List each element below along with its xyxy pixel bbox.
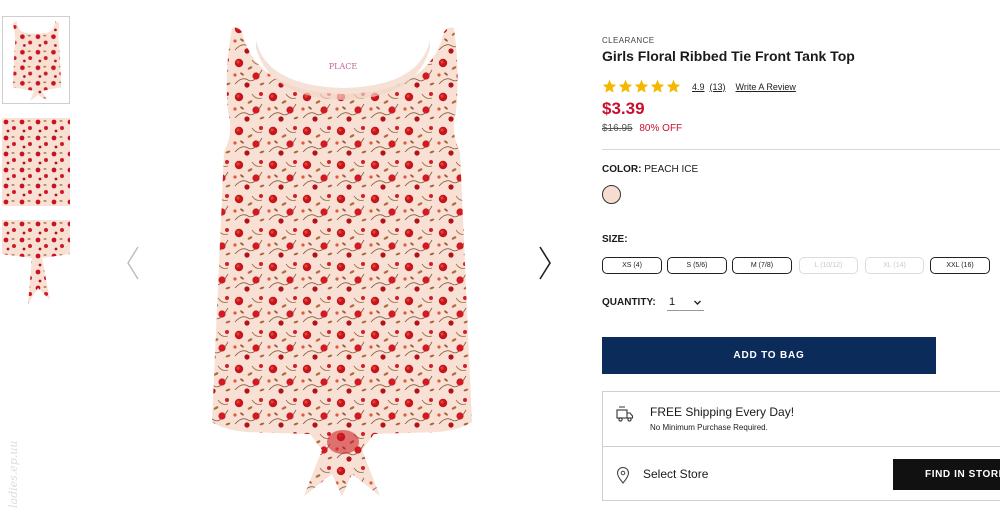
original-price: $16.95 — [602, 123, 633, 134]
chevron-down-icon — [694, 300, 701, 305]
size-option: L (10/12) — [799, 257, 858, 274]
find-in-store-button[interactable]: FIND IN STORE — [893, 459, 1000, 490]
product-header: CLEARANCE Girls Floral Ribbed Tie Front … — [602, 36, 1000, 64]
price-compare: $16.95 80% OFF — [602, 123, 682, 134]
chevron-right-icon[interactable] — [534, 243, 556, 283]
thumbnail-front[interactable] — [2, 16, 70, 104]
star-icon — [634, 79, 649, 93]
color-label-row: COLOR: PEACH ICE — [602, 164, 698, 175]
thumbnail-tie-detail[interactable] — [2, 220, 70, 308]
thumbnail-rail — [2, 16, 70, 322]
size-options: XS (4) S (5/6) M (7/8) L (10/12) XL (14) XXL … — [602, 257, 1000, 275]
write-review-link[interactable]: Write A Review — [736, 82, 796, 92]
watermark-graphic: ladies.ep.uu — [7, 440, 20, 508]
rating-row: 4.9 (13) Write A Review — [602, 79, 796, 94]
main-product-image: PLACE — [212, 27, 472, 496]
divider — [602, 149, 1000, 150]
size-option[interactable]: S (5/6) — [667, 257, 727, 274]
location-pin-icon — [616, 467, 630, 484]
color-value: PEACH ICE — [644, 164, 699, 175]
sale-price: $3.39 — [602, 99, 645, 118]
divider — [603, 446, 1000, 447]
thumbnail-fabric-image — [2, 118, 70, 206]
size-label: SIZE: — [602, 234, 628, 245]
star-icon — [602, 79, 617, 93]
svg-text:ladies.ep.uu: ladies.ep.uu — [7, 440, 20, 508]
add-to-bag-button[interactable]: ADD TO BAG — [602, 337, 936, 374]
thumbnail-front-image — [3, 17, 69, 103]
shipping-title: FREE Shipping Every Day! — [650, 405, 795, 419]
shipping-subtitle: No Minimum Purchase Required. — [650, 423, 768, 432]
color-label: COLOR: — [602, 164, 642, 175]
quantity-value: 1 — [669, 296, 676, 308]
discount-badge: 80% OFF — [639, 123, 683, 134]
star-rating — [602, 79, 681, 94]
quantity-label: QUANTITY: — [602, 297, 656, 308]
select-store-link[interactable]: Select Store — [643, 467, 708, 481]
product-title: Girls Floral Ribbed Tie Front Tank Top — [602, 48, 855, 64]
review-count[interactable]: (13) — [710, 82, 726, 92]
size-option[interactable]: M (7/8) — [732, 257, 792, 274]
color-swatch-peach-ice[interactable] — [602, 185, 621, 204]
size-option: XL (14) — [865, 257, 924, 274]
size-option[interactable]: XS (4) — [602, 257, 662, 274]
chevron-left-icon[interactable] — [122, 243, 144, 283]
clearance-eyebrow: CLEARANCE — [602, 36, 655, 45]
star-icon — [650, 79, 665, 93]
rating-value[interactable]: 4.9 — [692, 82, 705, 92]
star-icon — [618, 79, 633, 93]
quantity-select[interactable]: 1 — [667, 294, 704, 311]
star-icon — [666, 79, 681, 93]
thumbnail-fabric-detail[interactable] — [2, 118, 70, 206]
size-option[interactable]: XXL (16) — [930, 257, 990, 274]
truck-icon — [616, 406, 634, 422]
thumbnail-tie-image — [2, 220, 70, 308]
fulfillment-box: FREE Shipping Every Day! No Minimum Purc… — [602, 391, 1000, 501]
clothing-label: PLACE — [329, 62, 358, 71]
